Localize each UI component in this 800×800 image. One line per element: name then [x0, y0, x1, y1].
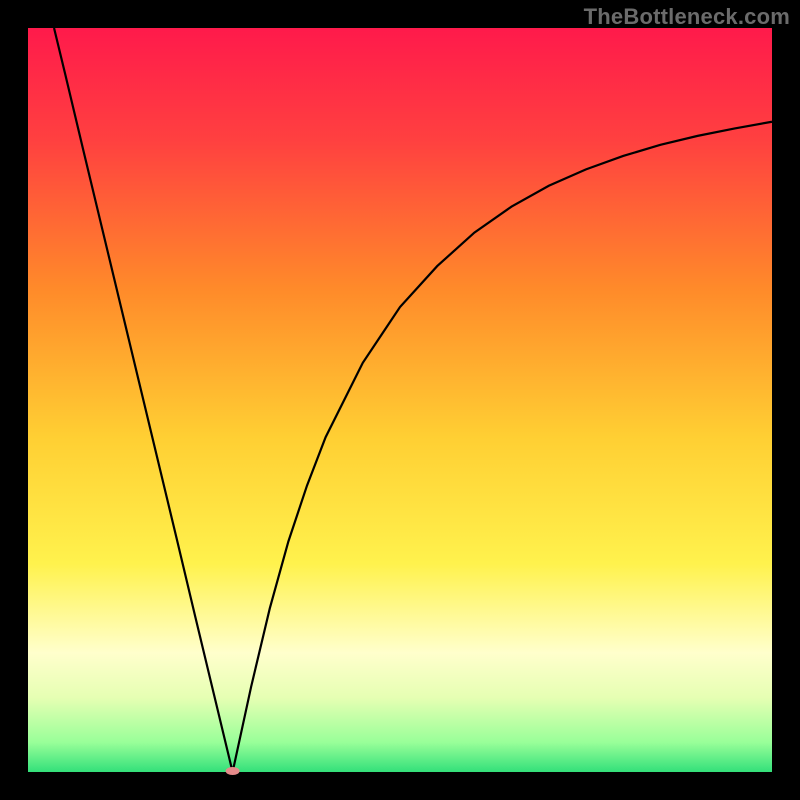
chart-frame: TheBottleneck.com [0, 0, 800, 800]
minimum-marker [226, 767, 240, 775]
plot-background [28, 28, 772, 772]
watermark-text: TheBottleneck.com [584, 4, 790, 30]
bottleneck-chart [0, 0, 800, 800]
